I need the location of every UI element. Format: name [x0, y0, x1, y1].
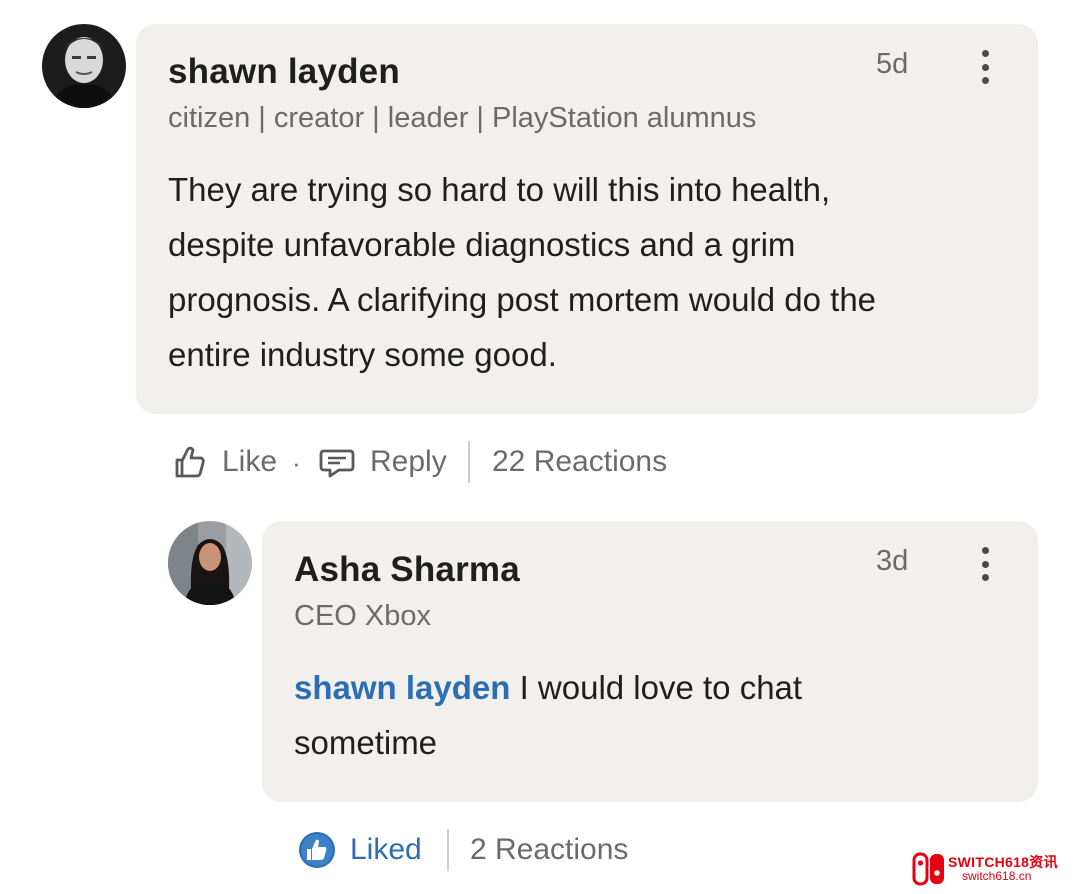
comment-body: They are trying so hard to will this int… [168, 162, 1018, 382]
reply-timestamp: 3d [876, 545, 909, 577]
avatar-shawn-layden[interactable] [42, 24, 126, 108]
comment-more-options-icon[interactable] [973, 47, 997, 87]
comments-thread: shawn layden citizen | creator | leader … [0, 0, 1080, 894]
reply-label: Reply [370, 445, 447, 478]
comment-body-line: They are trying so hard to will this int… [168, 171, 831, 208]
avatar-asha-sharma[interactable] [168, 521, 252, 605]
action-separator: · [292, 448, 301, 478]
switch-logo-icon [912, 852, 946, 886]
comment-body-line: entire industry some good. [168, 336, 557, 373]
comment-body-line: despite unfavorable diagnostics and a gr… [168, 226, 796, 263]
watermark-site: switch618.cn [962, 869, 1032, 883]
like-button[interactable]: Like [170, 440, 277, 484]
reply-reactions-count[interactable]: 2 Reactions [470, 828, 628, 872]
liked-button[interactable]: Liked [298, 828, 422, 872]
thumbs-up-filled-icon [298, 831, 336, 869]
reactions-count[interactable]: 22 Reactions [492, 440, 667, 484]
comment-author-headline: citizen | creator | leader | PlayStation… [168, 102, 757, 134]
like-label: Like [222, 445, 278, 478]
comment-author[interactable]: shawn layden [168, 52, 400, 92]
reply-button[interactable]: Reply [318, 440, 447, 484]
reply-body-line: shawn layden I would love to chat [294, 660, 1014, 715]
watermark: SWITCH618资讯 switch618.cn [912, 852, 1072, 886]
thumbs-up-outline-icon [170, 443, 208, 481]
liked-label: Liked [350, 833, 422, 866]
mention-link[interactable]: shawn layden [294, 669, 510, 706]
reply-author[interactable]: Asha Sharma [294, 550, 520, 590]
comment-body-line: prognosis. A clarifying post mortem woul… [168, 281, 877, 318]
speech-bubble-icon [318, 443, 356, 481]
reply-body-text: I would love to chat [510, 669, 803, 706]
comment-timestamp: 5d [876, 48, 909, 80]
reply-body-line: sometime [294, 724, 438, 761]
reply-more-options-icon[interactable] [973, 544, 997, 584]
action-divider [468, 441, 470, 483]
reply-author-headline: CEO Xbox [294, 600, 431, 632]
reply-body: shawn layden I would love to chat someti… [294, 660, 1014, 770]
action-divider [447, 829, 449, 871]
